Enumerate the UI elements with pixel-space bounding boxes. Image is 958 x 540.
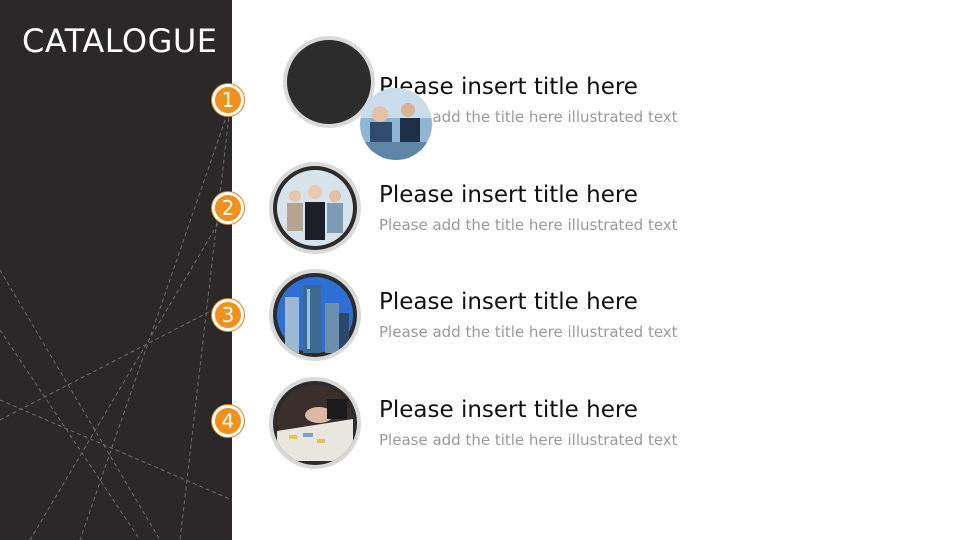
image-circle [269,162,361,254]
number-badge: 3 [212,299,244,331]
business-meeting-photo [360,88,432,160]
item-description: Please add the title here illustrated te… [379,323,678,341]
item-title: Please insert title here [379,289,638,315]
number-badge: 2 [212,192,244,224]
catalogue-item-3: 3 Please insert title here Please add th… [0,269,958,369]
catalogue-item-2: 2 Please insert title here Please add th… [0,162,958,262]
skyscrapers-photo [277,277,353,353]
number-badge: 1 [212,84,244,116]
item-title: Please insert title here [379,182,638,208]
item-description: Please add the title here illustrated te… [379,431,678,449]
item-title: Please insert title here [379,397,638,423]
catalogue-item-1: 1 Please insert title here Please add th… [0,36,958,136]
catalogue-item-4: 4 Please insert title here Please add th… [0,377,958,477]
item-description: Please add the title here illustrated te… [379,216,678,234]
business-people-photo [277,170,353,246]
number-badge: 4 [212,405,244,437]
image-circle [269,269,361,361]
image-circle [269,377,361,469]
handshake-documents-photo [277,385,353,461]
